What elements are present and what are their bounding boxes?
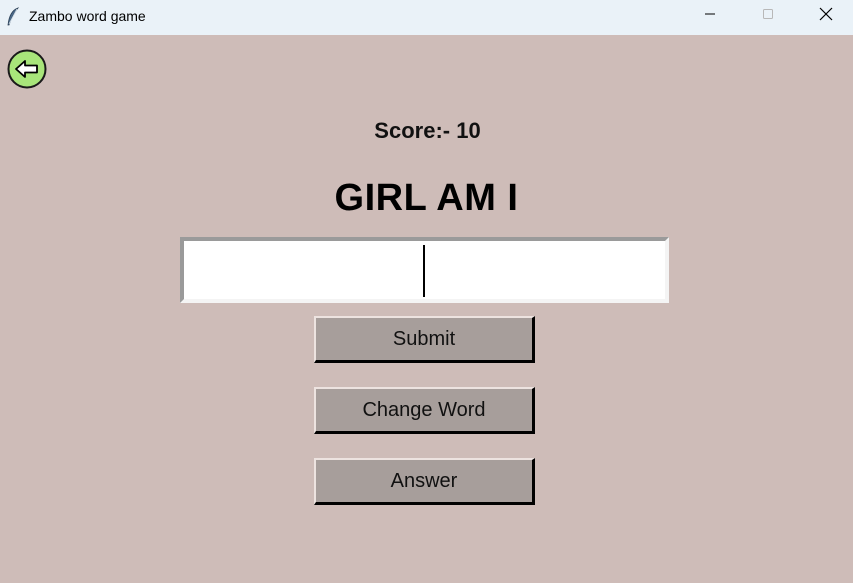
maximize-icon — [762, 7, 774, 25]
change-word-button[interactable]: Change Word — [314, 387, 535, 434]
maximize-button[interactable] — [739, 0, 797, 32]
text-cursor — [423, 245, 425, 297]
submit-button[interactable]: Submit — [314, 316, 535, 363]
minimize-button[interactable] — [681, 0, 739, 32]
feather-icon — [6, 7, 20, 27]
close-icon — [819, 7, 833, 26]
minimize-icon — [704, 7, 716, 25]
scrambled-word: GIRL AM I — [334, 177, 519, 219]
answer-button[interactable]: Answer — [314, 458, 535, 505]
close-button[interactable] — [797, 0, 853, 32]
back-button[interactable] — [7, 49, 47, 89]
title-bar: Zambo word game — [0, 0, 853, 35]
score-label: Score:- 10 — [374, 118, 481, 143]
window-title: Zambo word game — [29, 8, 146, 24]
arrow-left-icon — [7, 49, 47, 93]
